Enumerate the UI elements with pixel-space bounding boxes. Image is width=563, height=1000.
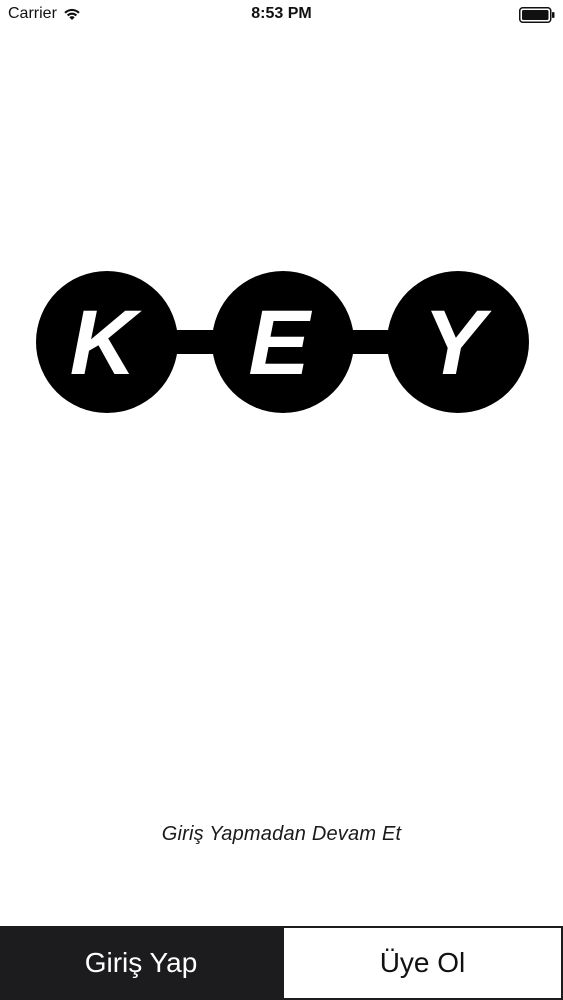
battery-icon xyxy=(519,7,555,23)
key-logo: K E Y xyxy=(35,268,530,416)
continue-without-login-link[interactable]: Giriş Yapmadan Devam Et xyxy=(0,823,563,846)
bottom-button-bar: Giriş Yap Üye Ol xyxy=(0,926,563,1000)
status-bar: Carrier 8:53 PM xyxy=(0,0,563,30)
logo-letter-e: E xyxy=(248,292,312,394)
signup-button[interactable]: Üye Ol xyxy=(282,926,563,1000)
status-time: 8:53 PM xyxy=(251,5,312,22)
login-button[interactable]: Giriş Yap xyxy=(0,926,282,1000)
logo-letter-y: Y xyxy=(423,292,492,394)
logo-letter-k: K xyxy=(70,292,143,394)
